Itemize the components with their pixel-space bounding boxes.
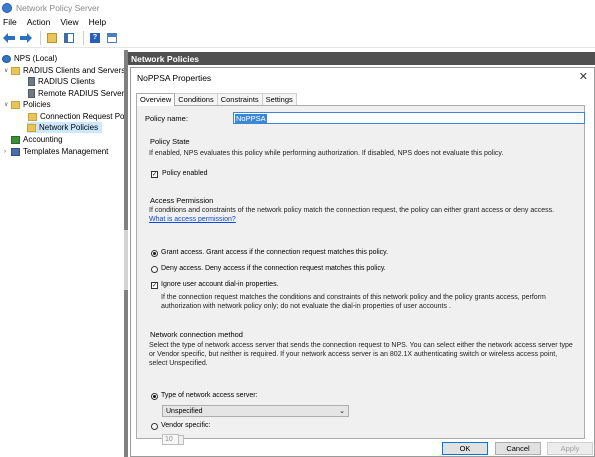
tree-item-policies[interactable]: ∨ Policies bbox=[4, 99, 51, 110]
ignore-dial-in-description: If the connection request matches the co… bbox=[161, 294, 546, 310]
tab-settings[interactable]: Settings bbox=[261, 93, 297, 105]
type-of-nas-label: Type of network access server: bbox=[161, 392, 258, 399]
chevron-down-icon: ⌄ bbox=[339, 408, 345, 415]
window-titlebar: Network Policy Server bbox=[0, 0, 595, 15]
menu-file[interactable]: File bbox=[3, 17, 17, 27]
policy-name-input[interactable]: NoPPSA bbox=[233, 112, 585, 124]
tab-constraints[interactable]: Constraints bbox=[216, 93, 263, 105]
tree-item-radius-clients-servers[interactable]: ∨ RADIUS Clients and Servers bbox=[4, 65, 124, 76]
properties-icon[interactable] bbox=[105, 31, 119, 45]
help-icon[interactable]: ? bbox=[88, 31, 102, 45]
grant-access-label: Grant access. Grant access if the connec… bbox=[161, 249, 389, 256]
nps-globe-icon bbox=[2, 54, 11, 63]
pane-splitter[interactable] bbox=[124, 50, 128, 457]
nps-app-icon bbox=[2, 2, 12, 13]
collapse-icon[interactable]: ∨ bbox=[4, 101, 10, 108]
window-title: Network Policy Server bbox=[16, 2, 100, 13]
menu-view[interactable]: View bbox=[60, 17, 78, 27]
accounting-icon bbox=[11, 135, 20, 144]
tree-item-templates-management[interactable]: › Templates Management bbox=[4, 146, 108, 157]
policy-state-group: Policy State If enabled, NPS evaluates t… bbox=[147, 137, 575, 178]
ignore-dial-in-label: Ignore user account dial-in properties. bbox=[161, 281, 279, 288]
policy-state-label: Policy State bbox=[149, 137, 191, 146]
access-permission-description: If conditions and constraints of the net… bbox=[149, 207, 555, 223]
results-pane-header: Network Policies bbox=[128, 52, 595, 65]
network-connection-group: Network connection method Select the typ… bbox=[147, 328, 575, 445]
templates-icon bbox=[11, 147, 20, 156]
ignore-dial-in-checkbox[interactable]: ✓ bbox=[151, 282, 158, 289]
expand-icon[interactable]: › bbox=[4, 149, 10, 155]
back-arrow-icon[interactable] bbox=[2, 31, 16, 45]
vendor-specific-label: Vendor specific: bbox=[161, 422, 211, 429]
network-connection-description: Select the type of network access server… bbox=[149, 342, 573, 367]
type-of-nas-radio[interactable] bbox=[151, 393, 158, 400]
tree-item-network-policies[interactable]: Network Policies bbox=[27, 122, 103, 133]
access-permission-group: Access Permission If conditions and cons… bbox=[147, 194, 575, 316]
folder-icon bbox=[28, 112, 37, 121]
menu-action[interactable]: Action bbox=[27, 17, 51, 27]
menu-help[interactable]: Help bbox=[89, 17, 106, 27]
collapse-icon[interactable]: ∨ bbox=[4, 67, 10, 74]
spinner-arrows-icon[interactable] bbox=[178, 435, 184, 445]
folder-icon bbox=[27, 123, 36, 132]
what-is-access-permission-link[interactable]: What is access permission? bbox=[149, 216, 236, 223]
policy-enabled-label: Policy enabled bbox=[162, 170, 208, 177]
close-icon[interactable]: ✕ bbox=[579, 70, 588, 83]
vendor-specific-radio[interactable] bbox=[151, 423, 158, 430]
tab-strip: Overview Conditions Constraints Settings bbox=[136, 93, 297, 106]
tree-item-accounting[interactable]: Accounting bbox=[11, 134, 63, 145]
network-connection-label: Network connection method bbox=[149, 330, 244, 339]
show-hide-tree-icon[interactable] bbox=[62, 31, 76, 45]
cancel-button[interactable]: Cancel bbox=[495, 442, 541, 455]
tree-item-connection-request-policies[interactable]: Connection Request Po bbox=[28, 111, 124, 122]
vendor-specific-value: 10 bbox=[165, 436, 173, 443]
menu-bar: File Action View Help bbox=[0, 15, 595, 29]
tab-conditions[interactable]: Conditions bbox=[174, 93, 218, 105]
dialog-title: NoPPSA Properties bbox=[137, 73, 212, 83]
policy-state-description: If enabled, NPS evaluates this policy wh… bbox=[149, 150, 504, 157]
forward-arrow-icon[interactable] bbox=[19, 31, 33, 45]
console-tree: NPS (Local) ∨ RADIUS Clients and Servers… bbox=[0, 50, 124, 457]
folder-icon bbox=[11, 100, 20, 109]
server-icon bbox=[28, 77, 35, 86]
toolbar-separator bbox=[40, 31, 41, 45]
folder-icon bbox=[11, 66, 20, 75]
policy-enabled-checkbox[interactable]: ✓ bbox=[151, 171, 158, 178]
access-permission-label: Access Permission bbox=[149, 196, 215, 205]
tree-item-remote-radius-server[interactable]: Remote RADIUS Server bbox=[28, 88, 124, 99]
nas-type-value: Unspecified bbox=[166, 407, 203, 415]
toolbar: ? bbox=[0, 29, 595, 48]
tree-item-radius-clients[interactable]: RADIUS Clients bbox=[28, 76, 95, 87]
ok-button[interactable]: OK bbox=[442, 442, 488, 455]
tree-item-nps-local[interactable]: NPS (Local) bbox=[2, 53, 57, 64]
policy-name-value: NoPPSA bbox=[235, 113, 267, 123]
scrollbar-thumb[interactable] bbox=[124, 230, 128, 290]
properties-dialog: NoPPSA Properties ✕ Overview Conditions … bbox=[130, 67, 595, 457]
toolbar-separator bbox=[83, 31, 84, 45]
server-icon bbox=[28, 89, 35, 98]
deny-access-label: Deny access. Deny access if the connecti… bbox=[161, 265, 386, 272]
overview-panel: Policy name: NoPPSA Policy State If enab… bbox=[136, 105, 585, 445]
vendor-specific-spinner[interactable]: 10 bbox=[162, 434, 184, 445]
nas-type-select[interactable]: Unspecified ⌄ bbox=[162, 405, 349, 417]
tab-overview[interactable]: Overview bbox=[136, 93, 176, 106]
grant-access-radio[interactable] bbox=[151, 250, 158, 257]
up-folder-icon[interactable] bbox=[45, 31, 59, 45]
apply-button[interactable]: Apply bbox=[547, 442, 593, 455]
policy-name-label: Policy name: bbox=[145, 114, 188, 123]
deny-access-radio[interactable] bbox=[151, 266, 158, 273]
